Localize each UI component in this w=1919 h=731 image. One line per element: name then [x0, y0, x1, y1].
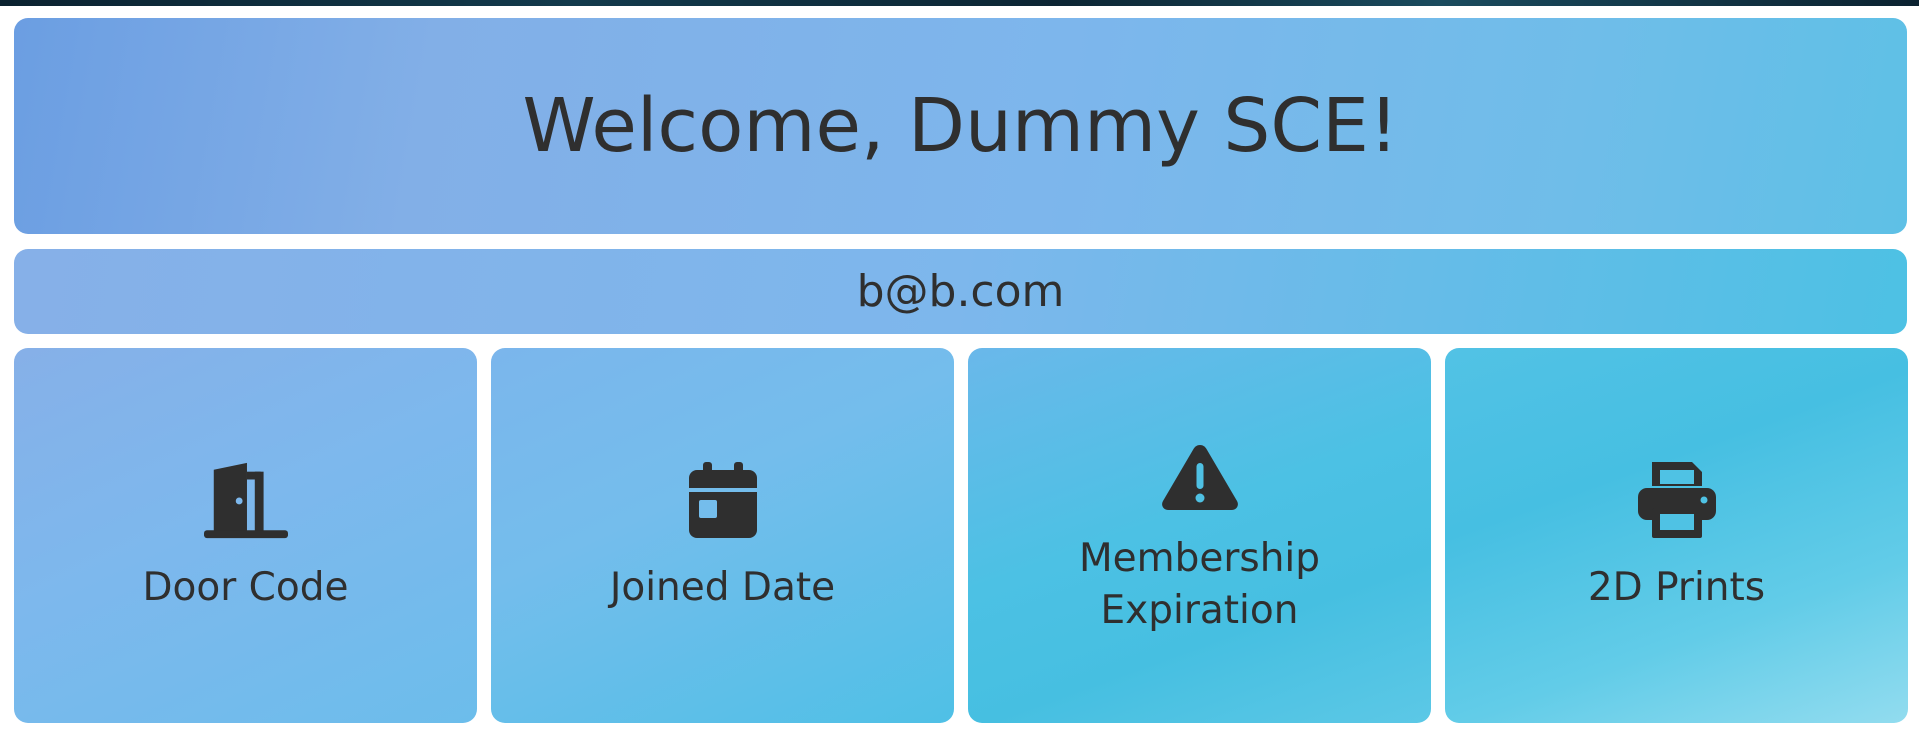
card-2d-prints[interactable]: 2D Prints: [1445, 348, 1908, 723]
printer-icon: [1635, 458, 1719, 542]
card-joined-date[interactable]: Joined Date: [491, 348, 954, 723]
card-label-joined-date: Joined Date: [609, 564, 836, 610]
top-banner-strip: [0, 0, 1919, 6]
calendar-icon: [681, 458, 765, 542]
welcome-title: Welcome, Dummy SCE!: [522, 83, 1399, 169]
welcome-banner: Welcome, Dummy SCE!: [14, 18, 1907, 234]
user-email: b@b.com: [856, 266, 1065, 317]
card-label-door-code: Door Code: [142, 564, 349, 610]
card-label-2d-prints: 2D Prints: [1587, 564, 1766, 610]
card-door-code[interactable]: Door Code: [14, 348, 477, 723]
warning-icon: [1158, 435, 1242, 519]
card-membership-expiration[interactable]: Membership Expiration: [968, 348, 1431, 723]
card-label-membership-expiration: Membership Expiration: [1078, 535, 1321, 633]
email-banner: b@b.com: [14, 249, 1907, 334]
door-icon: [203, 458, 288, 542]
